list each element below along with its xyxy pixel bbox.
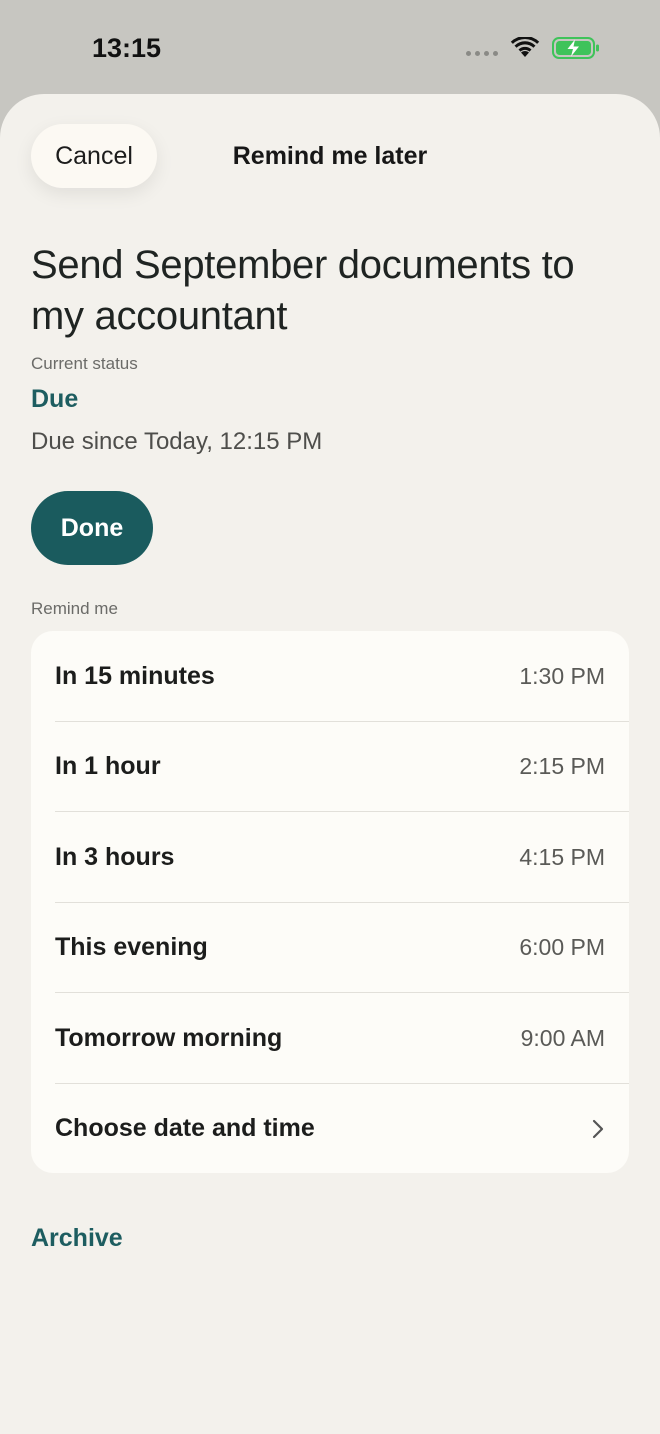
done-button[interactable]: Done (31, 491, 153, 565)
chevron-right-icon (592, 1119, 604, 1138)
remind-option-1-hour[interactable]: In 1 hour 2:15 PM (31, 722, 629, 813)
remind-options-list: In 15 minutes 1:30 PM In 1 hour 2:15 PM … (31, 631, 629, 1173)
archive-button[interactable]: Archive (31, 1224, 123, 1253)
battery-charging-icon (552, 37, 599, 59)
remind-option-label: This evening (55, 933, 208, 962)
remind-option-15-minutes[interactable]: In 15 minutes 1:30 PM (31, 631, 629, 722)
remind-option-label: Tomorrow morning (55, 1023, 283, 1052)
remind-option-time: 1:30 PM (519, 662, 605, 689)
remind-option-time: 2:15 PM (519, 753, 605, 780)
cellular-signal-icon (466, 50, 498, 56)
due-since-text: Due since Today, 12:15 PM (31, 428, 323, 455)
status-value: Due (31, 385, 79, 413)
status-icons (466, 36, 600, 60)
remind-option-time: 9:00 AM (520, 1024, 605, 1051)
remind-option-label: In 15 minutes (55, 661, 215, 690)
status-time: 13:15 (92, 33, 162, 63)
status-bar: 13:15 (0, 0, 660, 94)
remind-option-3-hours[interactable]: In 3 hours 4:15 PM (31, 812, 629, 903)
remind-sheet: Cancel Remind me later Send September do… (0, 94, 660, 1434)
sheet-title: Remind me later (232, 142, 428, 170)
status-caption: Current status (31, 354, 138, 373)
remind-caption: Remind me (31, 599, 118, 618)
remind-option-this-evening[interactable]: This evening 6:00 PM (31, 903, 629, 994)
remind-option-tomorrow-morning[interactable]: Tomorrow morning 9:00 AM (31, 993, 629, 1084)
remind-option-label: Choose date and time (55, 1114, 315, 1143)
remind-option-time: 6:00 PM (519, 934, 605, 961)
remind-option-label: In 3 hours (55, 842, 175, 871)
wifi-icon (510, 37, 540, 57)
remind-option-label: In 1 hour (55, 752, 161, 781)
remind-option-time: 4:15 PM (519, 843, 605, 870)
remind-option-choose-date-time[interactable]: Choose date and time (31, 1084, 629, 1174)
task-title: Send September documents to my accountan… (31, 243, 575, 338)
